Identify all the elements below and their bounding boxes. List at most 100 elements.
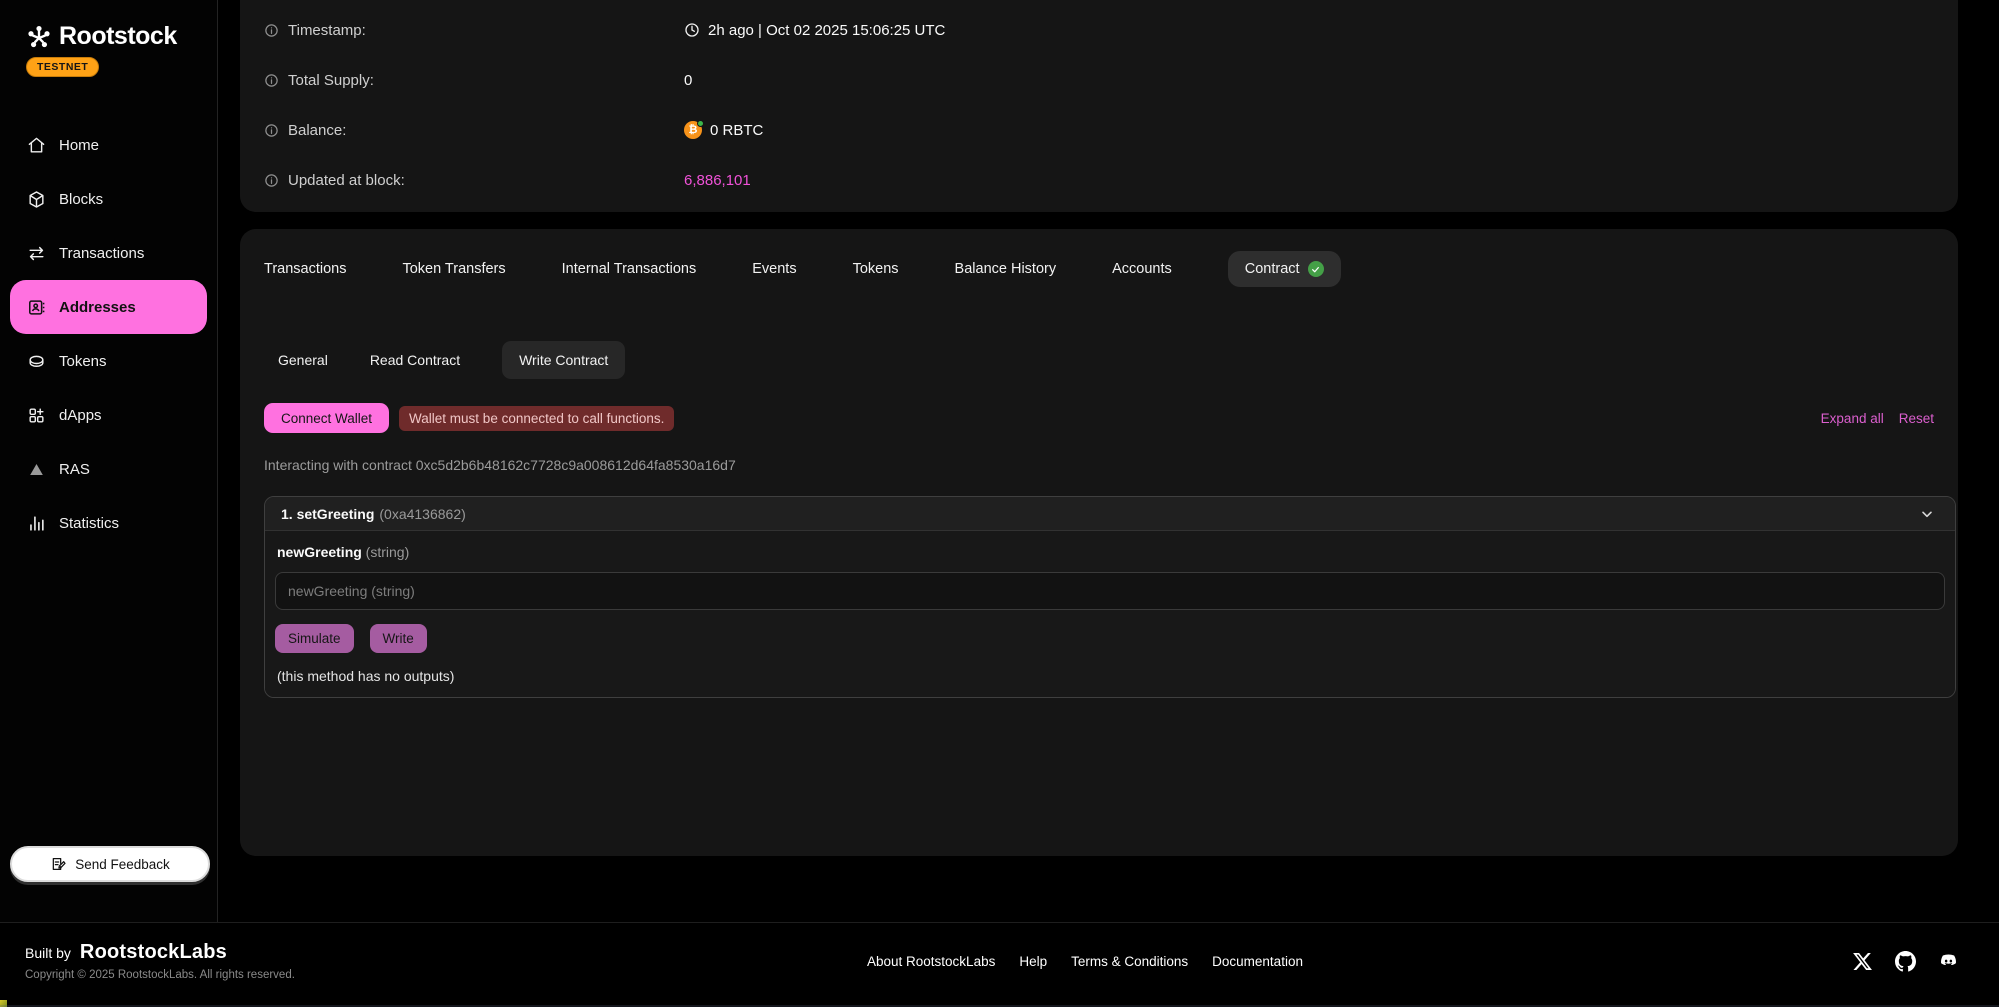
block-number-link[interactable]: 6,886,101 bbox=[684, 172, 751, 189]
timestamp-value: 2h ago | Oct 02 2025 15:06:25 UTC bbox=[708, 22, 945, 39]
sidebar-item-label: dApps bbox=[59, 407, 102, 424]
expand-all-link[interactable]: Expand all bbox=[1821, 411, 1884, 426]
brand-name: Rootstock bbox=[59, 22, 177, 51]
info-icon[interactable] bbox=[264, 123, 279, 138]
copyright-text: Copyright © 2025 RootstockLabs. All righ… bbox=[25, 969, 295, 981]
ras-triangle-icon bbox=[27, 460, 46, 479]
connect-wallet-row: Connect Wallet Wallet must be connected … bbox=[264, 403, 1934, 433]
built-by-label: Built by bbox=[25, 945, 71, 961]
total-supply-value: 0 bbox=[684, 72, 692, 89]
footer-link-terms[interactable]: Terms & Conditions bbox=[1071, 954, 1188, 969]
brand-logo[interactable]: Rootstock TESTNET bbox=[0, 0, 217, 77]
footer-link-help[interactable]: Help bbox=[1019, 954, 1047, 969]
github-icon[interactable] bbox=[1895, 951, 1916, 972]
sidebar-item-tokens[interactable]: Tokens bbox=[10, 334, 207, 388]
clock-icon bbox=[684, 22, 700, 38]
info-label-text: Total Supply: bbox=[288, 72, 374, 89]
sidebar-item-label: Tokens bbox=[59, 353, 107, 370]
connect-wallet-button[interactable]: Connect Wallet bbox=[264, 403, 389, 433]
contract-subtabs: General Read Contract Write Contract bbox=[278, 341, 1934, 379]
x-twitter-icon[interactable] bbox=[1852, 951, 1873, 972]
sidebar-item-blocks[interactable]: Blocks bbox=[10, 172, 207, 226]
tab-balance-history[interactable]: Balance History bbox=[955, 261, 1057, 277]
simulate-button[interactable]: Simulate bbox=[275, 624, 354, 653]
info-icon[interactable] bbox=[264, 73, 279, 88]
info-label-text: Balance: bbox=[288, 122, 346, 139]
sidebar-item-statistics[interactable]: Statistics bbox=[10, 496, 207, 550]
sidebar-item-transactions[interactable]: Transactions bbox=[10, 226, 207, 280]
rootstock-flower-icon bbox=[26, 24, 52, 50]
rbtc-coin-icon: ₿ bbox=[684, 121, 702, 139]
write-button[interactable]: Write bbox=[370, 624, 427, 653]
balance-value: 0 RBTC bbox=[710, 122, 763, 139]
tab-tokens[interactable]: Tokens bbox=[853, 261, 899, 277]
swap-arrows-icon bbox=[27, 244, 46, 263]
param-type: (string) bbox=[362, 544, 409, 560]
sidebar-item-label: Blocks bbox=[59, 191, 103, 208]
function-accordion-header[interactable]: 1. setGreeting (0xa4136862) bbox=[265, 497, 1955, 531]
dapps-grid-icon bbox=[27, 406, 46, 425]
send-feedback-label: Send Feedback bbox=[75, 857, 170, 872]
interacting-with-line: Interacting with contract 0xc5d2b6b48162… bbox=[264, 457, 1934, 473]
function-title: 1. setGreeting bbox=[281, 506, 374, 522]
param-input[interactable] bbox=[275, 572, 1945, 610]
cube-icon bbox=[27, 190, 46, 209]
sidebar-item-label: Home bbox=[59, 137, 99, 154]
discord-icon[interactable] bbox=[1938, 951, 1959, 972]
info-icon[interactable] bbox=[264, 173, 279, 188]
info-icon[interactable] bbox=[264, 23, 279, 38]
verified-check-icon bbox=[1308, 261, 1324, 277]
sidebar-item-addresses[interactable]: Addresses bbox=[10, 280, 207, 334]
tab-transactions[interactable]: Transactions bbox=[264, 261, 346, 277]
chevron-down-icon[interactable] bbox=[1919, 506, 1935, 522]
function-selector: (0xa4136862) bbox=[379, 506, 465, 522]
testnet-badge: TESTNET bbox=[26, 57, 99, 77]
sidebar-item-label: Transactions bbox=[59, 245, 144, 262]
footer-link-about[interactable]: About RootstockLabs bbox=[867, 954, 995, 969]
reset-link[interactable]: Reset bbox=[1899, 411, 1934, 426]
subtab-general[interactable]: General bbox=[278, 352, 328, 368]
sidebar-item-ras[interactable]: RAS bbox=[10, 442, 207, 496]
address-info-panel: Timestamp: 2h ago | Oct 02 2025 15:06:25… bbox=[240, 0, 1958, 212]
function-body: newGreeting (string) Simulate Write (thi… bbox=[265, 531, 1955, 697]
tab-events[interactable]: Events bbox=[752, 261, 796, 277]
tab-accounts[interactable]: Accounts bbox=[1112, 261, 1172, 277]
footer: Built by RootstockLabs Copyright © 2025 … bbox=[0, 922, 1999, 1007]
param-label: newGreeting (string) bbox=[277, 544, 1945, 560]
sidebar-item-label: RAS bbox=[59, 461, 90, 478]
subtab-read-contract[interactable]: Read Contract bbox=[370, 352, 460, 368]
footer-link-docs[interactable]: Documentation bbox=[1212, 954, 1303, 969]
outputs-note: (this method has no outputs) bbox=[277, 668, 1945, 684]
sidebar-item-label: Addresses bbox=[59, 299, 136, 316]
footer-company[interactable]: RootstockLabs bbox=[80, 941, 227, 964]
address-card-icon bbox=[27, 298, 46, 317]
tab-token-transfers[interactable]: Token Transfers bbox=[402, 261, 505, 277]
info-label-text: Updated at block: bbox=[288, 172, 405, 189]
tabs-row: Transactions Token Transfers Internal Tr… bbox=[264, 249, 1934, 289]
wallet-warning-chip: Wallet must be connected to call functio… bbox=[399, 406, 674, 431]
home-icon bbox=[27, 136, 46, 155]
coin-icon bbox=[27, 352, 46, 371]
param-name: newGreeting bbox=[277, 544, 362, 560]
info-row-updated-block: Updated at block: 6,886,101 bbox=[264, 155, 1934, 205]
address-tabs-panel: Transactions Token Transfers Internal Tr… bbox=[240, 229, 1958, 856]
interacting-prefix: Interacting with contract bbox=[264, 457, 416, 473]
footer-brand: Built by RootstockLabs Copyright © 2025 … bbox=[25, 941, 295, 981]
contract-address: 0xc5d2b6b48162c7728c9a008612d64fa8530a16… bbox=[416, 457, 736, 473]
info-row-total-supply: Total Supply: 0 bbox=[264, 55, 1934, 105]
info-row-timestamp: Timestamp: 2h ago | Oct 02 2025 15:06:25… bbox=[264, 5, 1934, 55]
tab-contract[interactable]: Contract bbox=[1228, 251, 1341, 287]
sidebar-item-dapps[interactable]: dApps bbox=[10, 388, 207, 442]
sidebar-item-home[interactable]: Home bbox=[10, 118, 207, 172]
footer-links: About RootstockLabs Help Terms & Conditi… bbox=[867, 954, 1303, 969]
contract-function-card: 1. setGreeting (0xa4136862) newGreeting … bbox=[264, 496, 1956, 698]
feedback-pencil-icon bbox=[50, 856, 66, 872]
subtab-write-contract[interactable]: Write Contract bbox=[502, 341, 625, 379]
tab-internal-transactions[interactable]: Internal Transactions bbox=[562, 261, 697, 277]
sidebar-item-label: Statistics bbox=[59, 515, 119, 532]
info-row-balance: Balance: ₿ 0 RBTC bbox=[264, 105, 1934, 155]
bar-chart-icon bbox=[27, 514, 46, 533]
sidebar-nav: Home Blocks Transactions Addresses Token… bbox=[10, 118, 207, 550]
send-feedback-button[interactable]: Send Feedback bbox=[10, 846, 210, 882]
tab-contract-label: Contract bbox=[1245, 261, 1300, 277]
